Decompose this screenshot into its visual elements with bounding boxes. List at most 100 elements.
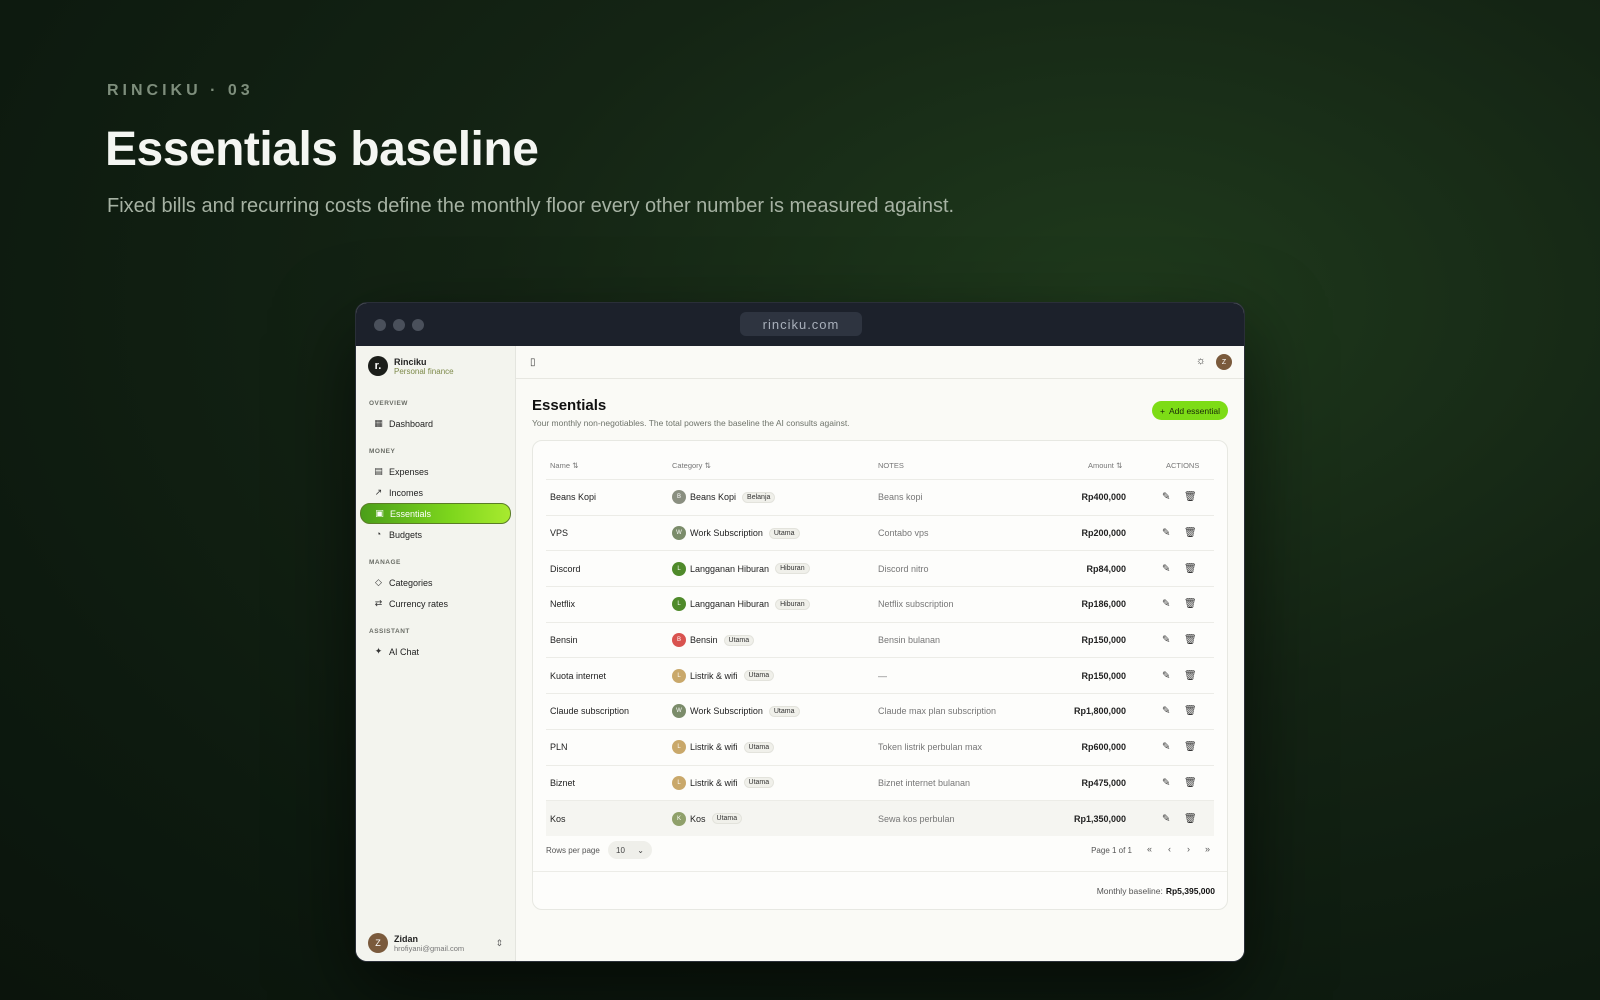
- pencil-icon[interactable]: ✎: [1162, 670, 1170, 681]
- category-name: Kos: [690, 813, 706, 824]
- next-page-icon[interactable]: ›: [1187, 844, 1190, 854]
- row-name: Kos: [550, 813, 566, 824]
- trash-icon[interactable]: 🗑: [1184, 563, 1197, 574]
- pagination: Rows per page 10 ⌄ Page 1 of 1 « ‹ › »: [546, 841, 1214, 861]
- pencil-icon[interactable]: ✎: [1162, 777, 1170, 788]
- table-row[interactable]: PLN L Listrik & wifi Utama Token listrik…: [546, 728, 1214, 765]
- monthly-baseline-label: Monthly baseline:: [1096, 885, 1163, 896]
- main-content: ▯ ☼ Z Essentials Your monthly non-negoti…: [516, 346, 1244, 961]
- row-amount: Rp200,000: [1081, 528, 1126, 539]
- table-row[interactable]: Biznet L Listrik & wifi Utama Biznet int…: [546, 764, 1214, 801]
- rows-per-page-select[interactable]: 10 ⌄: [608, 841, 652, 859]
- table-row[interactable]: Kuota internet L Listrik & wifi Utama — …: [546, 657, 1214, 693]
- column-name[interactable]: Name ⇅: [550, 461, 578, 470]
- sidebar-item-budgets[interactable]: ◔ Budgets: [360, 524, 511, 545]
- row-amount: Rp186,000: [1081, 599, 1126, 610]
- chevron-down-icon: ⌄: [637, 845, 644, 855]
- pencil-icon[interactable]: ✎: [1162, 635, 1170, 646]
- user-menu[interactable]: Z Zidan hrofiyani@gmail.com ⇕: [368, 933, 503, 953]
- category-avatar: L: [672, 668, 686, 683]
- column-amount[interactable]: Amount ⇅: [1088, 461, 1122, 470]
- row-notes: Biznet internet bulanan: [878, 777, 971, 788]
- pencil-icon[interactable]: ✎: [1162, 599, 1170, 610]
- sidebar-item-essentials[interactable]: ▣ Essentials: [360, 503, 511, 524]
- row-amount: Rp400,000: [1081, 492, 1126, 503]
- row-notes: Discord nitro: [878, 563, 929, 574]
- table-row[interactable]: Discord L Langganan Hiburan Hiburan Disc…: [546, 550, 1214, 586]
- rows-per-page-label: Rows per page: [546, 846, 600, 855]
- row-notes: Claude max plan subscription: [878, 706, 997, 717]
- plus-icon: +: [1159, 405, 1165, 416]
- browser-titlebar: rinciku.com: [356, 303, 1244, 346]
- topbar-avatar[interactable]: Z: [1216, 354, 1232, 370]
- url-bar[interactable]: rinciku.com: [740, 312, 862, 336]
- chevron-up-down-icon[interactable]: ⇕: [495, 938, 503, 949]
- page-title: Essentials: [532, 397, 607, 414]
- category-name: Listrik & wifi: [690, 742, 738, 753]
- category-tag: Utama: [768, 527, 800, 539]
- sidebar-item-dashboard[interactable]: ▦ Dashboard: [360, 413, 511, 434]
- column-amount-label: Amount: [1088, 461, 1114, 470]
- pencil-icon[interactable]: ✎: [1162, 813, 1170, 824]
- trash-icon[interactable]: 🗑: [1184, 813, 1197, 824]
- sort-icon: ⇅: [572, 461, 579, 470]
- category-name: Beans Kopi: [690, 492, 737, 503]
- pencil-icon[interactable]: ✎: [1162, 528, 1170, 539]
- add-essential-button[interactable]: + Add essential: [1151, 401, 1228, 420]
- row-amount: Rp84,000: [1086, 563, 1126, 574]
- table-row[interactable]: Kos K Kos Utama Sewa kos perbulan Rp1,35…: [546, 800, 1214, 836]
- trash-icon[interactable]: 🗑: [1184, 706, 1197, 717]
- sidebar-item-expenses[interactable]: ▤ Expenses: [360, 461, 511, 482]
- pencil-icon[interactable]: ✎: [1162, 563, 1170, 574]
- trash-icon[interactable]: 🗑: [1184, 670, 1197, 681]
- nav-group-label: ASSISTANT: [369, 628, 410, 635]
- pencil-icon[interactable]: ✎: [1162, 706, 1170, 717]
- window-minimize-dot[interactable]: [393, 319, 405, 331]
- trash-icon[interactable]: 🗑: [1184, 492, 1197, 503]
- trash-icon[interactable]: 🗑: [1184, 528, 1197, 539]
- row-category: L Listrik & wifi Utama: [672, 740, 775, 755]
- sidebar-item-label: Categories: [389, 577, 433, 588]
- table-row[interactable]: Beans Kopi B Beans Kopi Belanja Beans ko…: [546, 479, 1214, 515]
- essentials-table-card: Name ⇅ Category ⇅ NOTES Amount ⇅ ACTIONS…: [532, 440, 1228, 910]
- category-tag: Utama: [743, 670, 775, 682]
- trash-icon[interactable]: 🗑: [1184, 635, 1197, 646]
- window-maximize-dot[interactable]: [412, 319, 424, 331]
- table-row[interactable]: VPS W Work Subscription Utama Contabo vp…: [546, 514, 1214, 551]
- pencil-icon[interactable]: ✎: [1162, 742, 1170, 753]
- sort-icon: ⇅: [1115, 461, 1123, 470]
- sun-icon[interactable]: ☼: [1196, 355, 1206, 367]
- trash-icon[interactable]: 🗑: [1184, 599, 1197, 610]
- sidebar-nav: OVERVIEW ▦ Dashboard MONEY ▤ Expenses ↗ Incomes…: [356, 400, 515, 662]
- pencil-icon[interactable]: ✎: [1162, 492, 1170, 503]
- category-name: Work Subscription: [690, 706, 763, 717]
- column-category[interactable]: Category ⇅: [672, 461, 711, 470]
- category-tag: Utama: [711, 813, 743, 825]
- add-essential-label: Add essential: [1168, 405, 1220, 416]
- sidebar-item-categories[interactable]: ◇ Categories: [360, 572, 511, 593]
- table-row[interactable]: Bensin B Bensin Utama Bensin bulanan Rp1…: [546, 621, 1214, 658]
- first-page-icon[interactable]: «: [1147, 844, 1152, 854]
- trash-icon[interactable]: 🗑: [1184, 777, 1197, 788]
- sidebar-item-incomes[interactable]: ↗ Incomes: [360, 482, 511, 503]
- table-row[interactable]: Claude subscription W Work Subscription …: [546, 693, 1214, 729]
- trash-icon[interactable]: 🗑: [1184, 742, 1197, 753]
- piggy-bank-icon: ◔: [375, 529, 382, 539]
- brand[interactable]: r. Rinciku Personal finance: [356, 346, 515, 386]
- row-category: K Kos Utama: [672, 811, 743, 826]
- category-avatar: L: [672, 561, 686, 576]
- sidebar-item-ai-chat[interactable]: ✦ AI Chat: [360, 641, 511, 662]
- prev-page-icon[interactable]: ‹: [1168, 844, 1171, 854]
- row-category: W Work Subscription Utama: [672, 526, 800, 541]
- table-row[interactable]: Netflix L Langganan Hiburan Hiburan Netf…: [546, 586, 1214, 622]
- category-tag: Utama: [768, 705, 800, 717]
- category-avatar: K: [672, 811, 686, 826]
- window-close-dot[interactable]: [374, 319, 386, 331]
- sidebar-item-currency-rates[interactable]: ⇄ Currency rates: [360, 593, 511, 614]
- category-tag: Belanja: [742, 491, 776, 503]
- row-amount: Rp600,000: [1081, 742, 1126, 753]
- category-tag: Hiburan: [775, 563, 810, 575]
- sidebar-toggle-icon[interactable]: ▯: [530, 357, 536, 368]
- last-page-icon[interactable]: »: [1205, 844, 1210, 854]
- page-info: Page 1 of 1: [1091, 846, 1132, 855]
